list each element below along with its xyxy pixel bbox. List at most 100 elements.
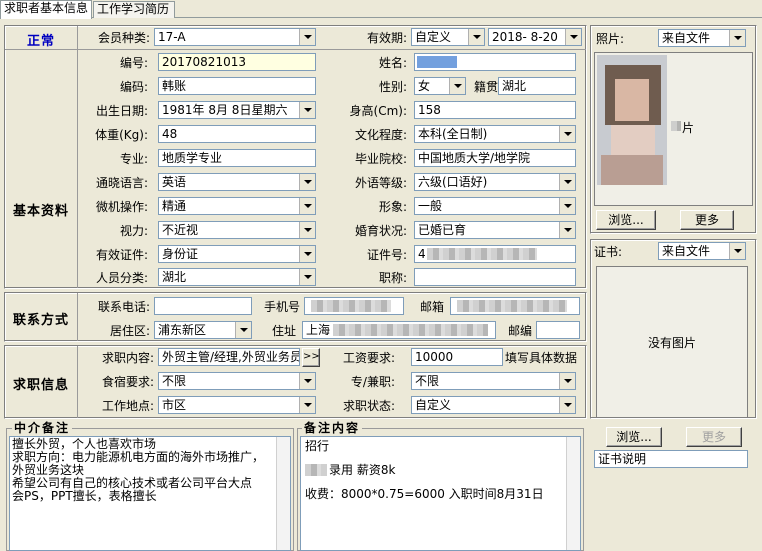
title-field[interactable] <box>414 268 576 286</box>
education-label: 文化程度: <box>354 128 407 142</box>
email-field[interactable] <box>450 297 580 315</box>
chevron-down-icon[interactable] <box>559 397 575 413</box>
birth-date-picker[interactable]: 1981年 8月 8日星期六 <box>158 101 316 119</box>
redacted-email <box>457 300 567 312</box>
zip-field[interactable] <box>536 321 580 339</box>
photo-source-select[interactable]: 来自文件 <box>658 29 746 47</box>
chevron-down-icon[interactable] <box>559 174 575 190</box>
education-select[interactable]: 本科(全日制) <box>414 125 576 143</box>
location-select[interactable]: 市区 <box>158 396 316 414</box>
photo-frame: 片 <box>594 52 753 206</box>
foreign-level-label: 外语等级: <box>354 176 407 190</box>
chevron-down-icon[interactable] <box>235 322 251 338</box>
agent-notes-textarea[interactable]: 擅长外贸，个人也喜欢市场 求职方向：电力能源机电方面的海外市场推广， 外贸业务这… <box>9 436 291 551</box>
redacted-photo-caption <box>671 121 681 131</box>
salary-field[interactable]: 10000 <box>411 348 503 366</box>
chevron-down-icon[interactable] <box>468 29 484 45</box>
name-label: 姓名: <box>378 56 407 70</box>
redacted-mobile <box>311 300 391 312</box>
category-select[interactable]: 湖北 <box>158 268 316 286</box>
chevron-down-icon[interactable] <box>299 102 315 118</box>
weight-label: 体重(Kg): <box>95 128 148 142</box>
tab-basic-info[interactable]: 求职者基本信息 <box>0 0 92 19</box>
language-select[interactable]: 英语 <box>158 173 316 191</box>
weight-field[interactable]: 48 <box>158 125 316 143</box>
image-select[interactable]: 一般 <box>414 197 576 215</box>
chevron-down-icon[interactable] <box>565 29 581 45</box>
marriage-select[interactable]: 已婚已育 <box>414 221 576 239</box>
chevron-down-icon[interactable] <box>299 373 315 389</box>
height-label: 身高(Cm): <box>349 104 407 118</box>
cert-no-field[interactable]: 4 <box>414 245 576 263</box>
chevron-down-icon[interactable] <box>559 126 575 142</box>
remarks-textarea[interactable]: 招行 录用 薪资8k 收费：8000*0.75=6000 入职时间8月31日 <box>300 436 581 551</box>
job-status-select[interactable]: 自定义 <box>411 396 576 414</box>
school-field[interactable]: 中国地质大学/地学院 <box>414 149 576 167</box>
section-contact: 联系方式 <box>12 313 69 328</box>
certificate-frame: 没有图片 <box>596 266 748 418</box>
chevron-down-icon[interactable] <box>299 269 315 285</box>
major-field[interactable]: 地质学专业 <box>158 149 316 167</box>
address-label: 住址 <box>271 324 296 338</box>
chevron-down-icon[interactable] <box>729 30 745 46</box>
phone-field[interactable] <box>154 297 252 315</box>
tab-bar: 求职者基本信息 工作学习简历 <box>0 0 762 19</box>
marriage-label: 婚育状况: <box>354 224 407 238</box>
remarks-scrollbar[interactable] <box>566 437 580 550</box>
photo-more-button[interactable]: 更多 <box>680 210 734 230</box>
gender-select[interactable]: 女 <box>414 77 466 95</box>
lodging-select[interactable]: 不限 <box>158 372 316 390</box>
job-content-more-button[interactable]: >> <box>302 348 320 367</box>
chevron-down-icon[interactable] <box>299 198 315 214</box>
redacted-address <box>333 324 488 336</box>
chevron-down-icon[interactable] <box>559 198 575 214</box>
height-field[interactable]: 158 <box>414 101 576 119</box>
mobile-label: 手机号 <box>263 300 300 314</box>
foreign-level-select[interactable]: 六级(口语好) <box>414 173 576 191</box>
job-content-field[interactable]: 外贸主管/经理,外贸业务员 <box>158 348 300 366</box>
image-label: 形象: <box>378 200 407 214</box>
code-label: 编码: <box>119 80 148 94</box>
certificate-source-select[interactable]: 来自文件 <box>658 242 746 260</box>
notes-scrollbar[interactable] <box>276 437 290 550</box>
section-basic: 基本资料 <box>12 204 69 219</box>
district-label: 居住区: <box>109 324 150 338</box>
chevron-down-icon[interactable] <box>299 246 315 262</box>
certificate-desc-field[interactable]: 证书说明 <box>594 450 748 468</box>
salary-hint: 填写具体数据 <box>505 351 578 365</box>
native-field[interactable]: 湖北 <box>498 77 576 95</box>
name-field[interactable] <box>414 53 576 71</box>
chevron-down-icon[interactable] <box>729 243 745 259</box>
birth-label: 出生日期: <box>95 104 148 118</box>
mobile-field[interactable] <box>304 297 404 315</box>
code-field[interactable]: 韩账 <box>158 77 316 95</box>
parttime-label: 专/兼职: <box>350 375 395 389</box>
chevron-down-icon[interactable] <box>559 373 575 389</box>
computer-select[interactable]: 精通 <box>158 197 316 215</box>
divider <box>5 49 586 50</box>
member-type-select[interactable]: 17-A <box>154 28 316 46</box>
id-field[interactable]: 20170821013 <box>158 53 316 71</box>
chevron-down-icon[interactable] <box>299 29 315 45</box>
tab-resume[interactable]: 工作学习简历 <box>93 1 175 18</box>
chevron-down-icon[interactable] <box>449 78 465 94</box>
cert-type-label: 有效证件: <box>95 248 148 262</box>
chevron-down-icon[interactable] <box>299 174 315 190</box>
location-label: 工作地点: <box>101 399 154 413</box>
chevron-down-icon[interactable] <box>299 397 315 413</box>
cert-type-select[interactable]: 身份证 <box>158 245 316 263</box>
parttime-select[interactable]: 不限 <box>411 372 576 390</box>
chevron-down-icon[interactable] <box>299 222 315 238</box>
certificate-browse-button[interactable]: 浏览... <box>606 427 662 447</box>
language-label: 通晓语言: <box>95 176 148 190</box>
district-select[interactable]: 浦东新区 <box>154 321 252 339</box>
validity-date-picker[interactable]: 2018- 8-20 <box>488 28 582 46</box>
certificate-more-button: 更多 <box>686 427 742 447</box>
validity-mode-select[interactable]: 自定义 <box>411 28 485 46</box>
computer-label: 微机操作: <box>95 200 148 214</box>
chevron-down-icon[interactable] <box>559 222 575 238</box>
vision-select[interactable]: 不近视 <box>158 221 316 239</box>
photo-caption: 片 <box>682 121 695 135</box>
address-field[interactable]: 上海 <box>302 321 496 339</box>
photo-browse-button[interactable]: 浏览... <box>596 210 656 230</box>
